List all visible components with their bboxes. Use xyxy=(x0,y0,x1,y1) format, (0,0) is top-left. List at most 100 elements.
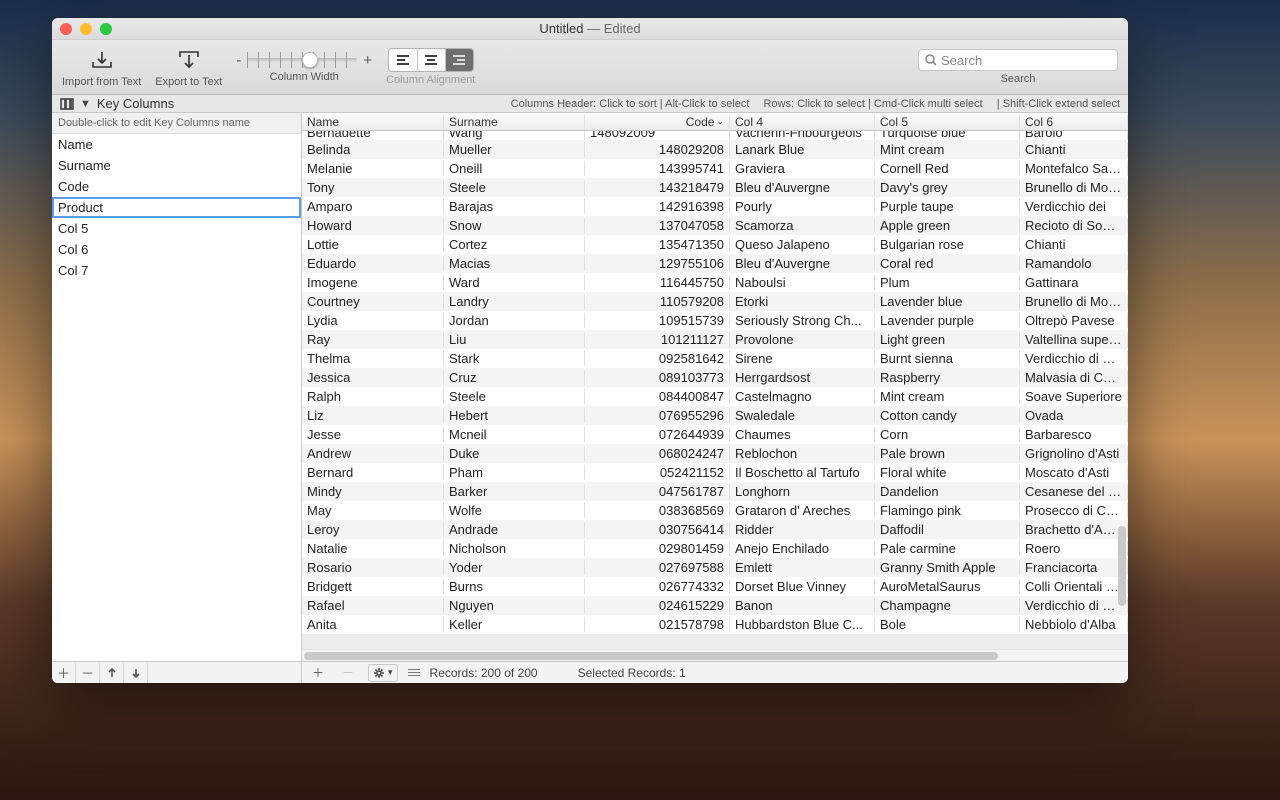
table-row[interactable]: NatalieNicholson029801459Anejo Enchilado… xyxy=(302,539,1128,558)
table-row[interactable]: LeroyAndrade030756414RidderDaffodilBrach… xyxy=(302,520,1128,539)
col-header-6[interactable]: Col 6 xyxy=(1020,115,1128,129)
table-row[interactable]: JesseMcneil072644939ChaumesCornBarbaresc… xyxy=(302,425,1128,444)
table-row[interactable]: LizHebert076955296SwaledaleCotton candyO… xyxy=(302,406,1128,425)
vertical-scrollbar[interactable] xyxy=(1116,131,1128,649)
col-header-surname[interactable]: Surname xyxy=(444,115,585,129)
table-row[interactable]: RalphSteele084400847CastelmagnoMint crea… xyxy=(302,387,1128,406)
table-row[interactable]: AndrewDuke068024247ReblochonPale brownGr… xyxy=(302,444,1128,463)
table-row[interactable]: BernardPham052421152Il Boschetto al Tart… xyxy=(302,463,1128,482)
key-columns-header[interactable]: ▼ Key Columns xyxy=(60,96,300,111)
cell: Barolo xyxy=(1020,131,1128,140)
import-button[interactable]: Import from Text xyxy=(62,46,141,88)
table-row[interactable]: HowardSnow137047058ScamorzaApple greenRe… xyxy=(302,216,1128,235)
col-header-code[interactable]: Code ⌄ xyxy=(585,115,730,129)
cell: Stark xyxy=(444,351,585,366)
cell: Montefalco Sagrantino xyxy=(1020,161,1128,176)
close-button[interactable] xyxy=(60,23,72,35)
list-icon xyxy=(408,669,420,676)
export-button[interactable]: Export to Text xyxy=(155,46,222,88)
table-row[interactable]: ImogeneWard116445750NaboulsiPlumGattinar… xyxy=(302,273,1128,292)
grid-remove-button[interactable]: － xyxy=(338,664,358,682)
sidebar-item[interactable]: Col 7 xyxy=(52,260,301,281)
sidebar-move-up-button[interactable] xyxy=(100,663,124,683)
table-row[interactable]: MindyBarker047561787LonghornDandelionCes… xyxy=(302,482,1128,501)
width-slider[interactable] xyxy=(247,58,357,62)
app-window: Untitled — Edited Import from Text Expor… xyxy=(52,18,1128,683)
cell: 143995741 xyxy=(585,161,730,176)
table-row[interactable]: MelanieOneill143995741GravieraCornell Re… xyxy=(302,159,1128,178)
sidebar-item[interactable]: Name xyxy=(52,134,301,155)
column-width-control[interactable]: - + Column Width xyxy=(236,52,372,83)
table-row[interactable]: CourtneyLandry110579208EtorkiLavender bl… xyxy=(302,292,1128,311)
width-plus[interactable]: + xyxy=(363,52,372,69)
cell: Cortez xyxy=(444,237,585,252)
width-minus[interactable]: - xyxy=(236,52,241,69)
cell: Keller xyxy=(444,617,585,632)
col-header-5[interactable]: Col 5 xyxy=(875,115,1020,129)
table-row[interactable]: BernadetteWang148092009Vacherin-Fribourg… xyxy=(302,131,1128,140)
cell: Nicholson xyxy=(444,541,585,556)
grid-add-button[interactable]: ＋ xyxy=(308,664,328,682)
cell: Natalie xyxy=(302,541,444,556)
cell: 084400847 xyxy=(585,389,730,404)
sidebar-add-button[interactable]: ＋ xyxy=(52,663,76,683)
align-center-button[interactable] xyxy=(417,49,445,71)
sidebar-item[interactable]: Surname xyxy=(52,155,301,176)
table-row[interactable]: RafaelNguyen024615229BanonChampagneVerdi… xyxy=(302,596,1128,615)
cell: Pourly xyxy=(730,199,875,214)
cell: 076955296 xyxy=(585,408,730,423)
horizontal-scrollbar[interactable] xyxy=(302,649,1128,661)
cell: Howard xyxy=(302,218,444,233)
cell: Mueller xyxy=(444,142,585,157)
zoom-button[interactable] xyxy=(100,23,112,35)
cell: Brunello di Montalcino xyxy=(1020,180,1128,195)
table-row[interactable]: AmparoBarajas142916398PourlyPurple taupe… xyxy=(302,197,1128,216)
cell: Longhorn xyxy=(730,484,875,499)
cell: Moscato d'Asti xyxy=(1020,465,1128,480)
alignment-segmented[interactable] xyxy=(388,48,474,72)
table-row[interactable]: LydiaJordan109515739Seriously Strong Ch.… xyxy=(302,311,1128,330)
search-input[interactable]: Search xyxy=(918,49,1118,71)
grid-footer: ＋ － ▾ Records: 200 of 200 Selected Recor… xyxy=(302,661,1128,683)
col-header-4[interactable]: Col 4 xyxy=(730,115,875,129)
align-left-button[interactable] xyxy=(389,49,417,71)
table-row[interactable]: ThelmaStark092581642SireneBurnt siennaVe… xyxy=(302,349,1128,368)
cell: Chaumes xyxy=(730,427,875,442)
align-right-button[interactable] xyxy=(445,49,473,71)
table-row[interactable]: EduardoMacias129755106Bleu d'AuvergneCor… xyxy=(302,254,1128,273)
cell: Liu xyxy=(444,332,585,347)
sidebar-move-down-button[interactable] xyxy=(124,663,148,683)
table-row[interactable]: BridgettBurns026774332Dorset Blue Vinney… xyxy=(302,577,1128,596)
cell: Plum xyxy=(875,275,1020,290)
gear-icon xyxy=(373,667,385,679)
table-row[interactable]: RosarioYoder027697588EmlettGranny Smith … xyxy=(302,558,1128,577)
cell: Belinda xyxy=(302,142,444,157)
grid-body[interactable]: BernadetteWang148092009Vacherin-Fribourg… xyxy=(302,131,1128,649)
table-row[interactable]: MayWolfe038368569Grataron d' ArechesFlam… xyxy=(302,501,1128,520)
table-row[interactable]: BelindaMueller148029208Lanark BlueMint c… xyxy=(302,140,1128,159)
grid-actions-menu[interactable]: ▾ xyxy=(368,664,398,682)
cell: Bernadette xyxy=(302,131,444,140)
table-row[interactable]: JessicaCruz089103773HerrgardsostRaspberr… xyxy=(302,368,1128,387)
cell: Franciacorta xyxy=(1020,560,1128,575)
shift-hint: | Shift-Click extend select xyxy=(997,98,1120,110)
cell: 038368569 xyxy=(585,503,730,518)
sidebar-item[interactable]: Product xyxy=(52,197,301,218)
cell: Rafael xyxy=(302,598,444,613)
sidebar-item[interactable]: Col 5 xyxy=(52,218,301,239)
cell: Soave Superiore xyxy=(1020,389,1128,404)
table-row[interactable]: RayLiu101211127ProvoloneLight greenValte… xyxy=(302,330,1128,349)
table-row[interactable]: TonySteele143218479Bleu d'AuvergneDavy's… xyxy=(302,178,1128,197)
table-row[interactable]: AnitaKeller021578798Hubbardston Blue C..… xyxy=(302,615,1128,634)
cell: Hubbardston Blue C... xyxy=(730,617,875,632)
cell: Lottie xyxy=(302,237,444,252)
cell: Duke xyxy=(444,446,585,461)
cell: 148029208 xyxy=(585,142,730,157)
sidebar-item[interactable]: Code xyxy=(52,176,301,197)
sidebar-item[interactable]: Col 6 xyxy=(52,239,301,260)
cell: Ovada xyxy=(1020,408,1128,423)
col-header-name[interactable]: Name xyxy=(302,115,444,129)
sidebar-remove-button[interactable]: － xyxy=(76,663,100,683)
minimize-button[interactable] xyxy=(80,23,92,35)
table-row[interactable]: LottieCortez135471350Queso JalapenoBulga… xyxy=(302,235,1128,254)
